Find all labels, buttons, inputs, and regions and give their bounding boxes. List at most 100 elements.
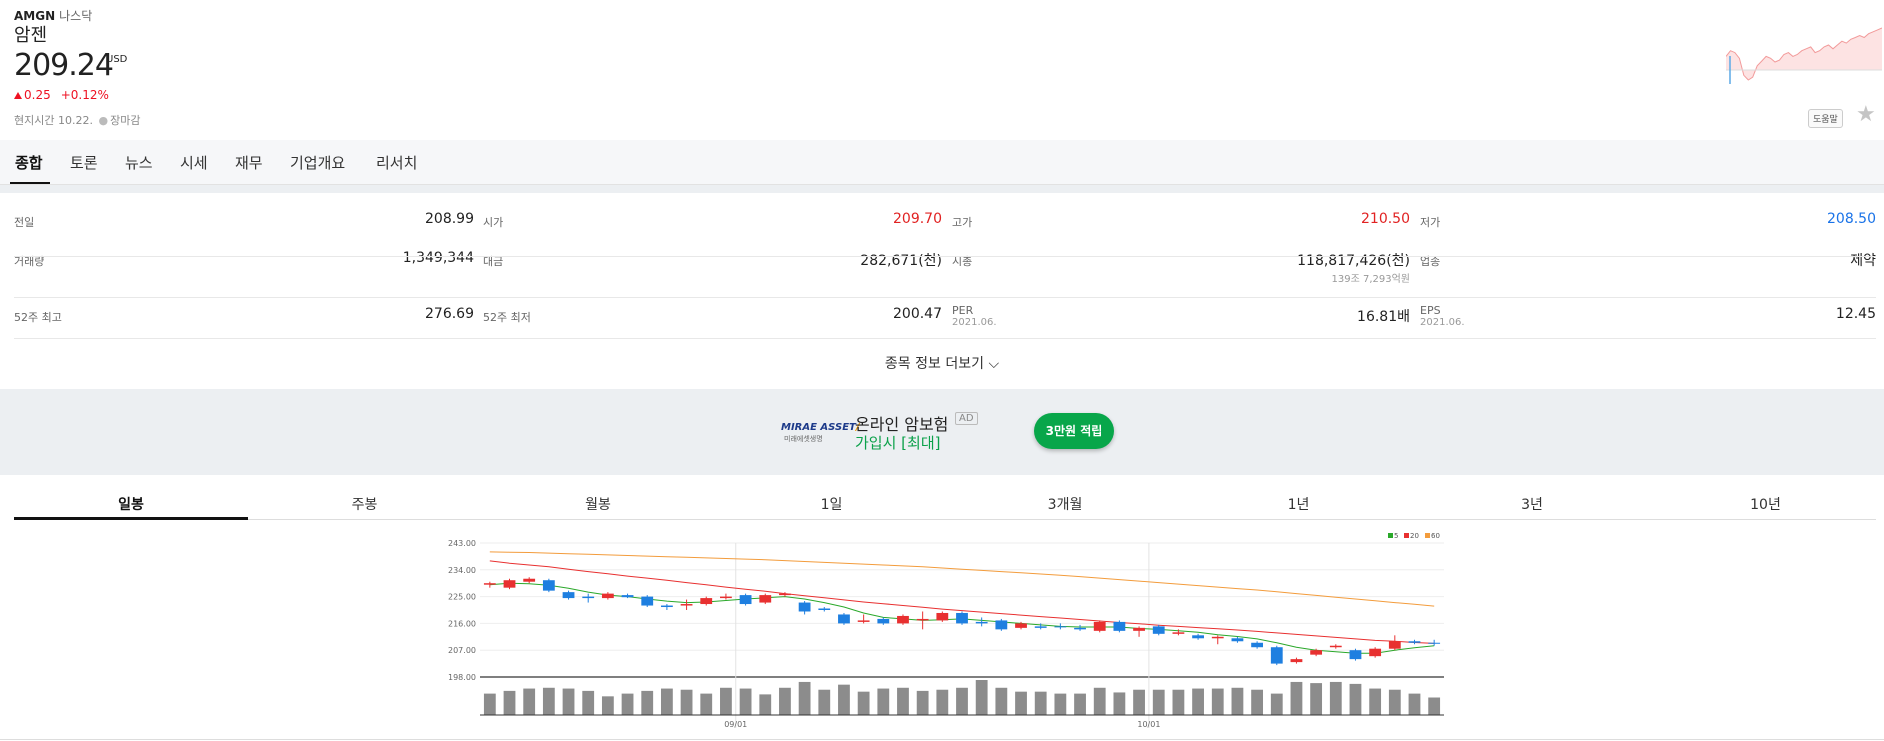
tab-financials[interactable]: 재무 [235,152,263,173]
stat-value: 200.47 [893,306,942,322]
stat-value: 209.70 [893,211,942,227]
stat-value: 제약 [1850,253,1876,269]
period-tab[interactable]: 3년 [1415,494,1649,514]
volume-bar [838,684,850,715]
currency-label: USD [106,54,128,65]
candle-body [1329,645,1342,648]
stat-value: 16.81배 [1357,309,1410,325]
more-info-link[interactable]: 종목 정보 더보기 ⌵ [0,353,1884,373]
y-tick-label: 234.00 [448,566,476,575]
volume-bar [1015,691,1027,715]
candle-body [601,593,614,599]
tab-research[interactable]: 리서치 [376,152,417,173]
candle-body [1054,626,1067,628]
period-tab[interactable]: 1년 [1182,494,1416,514]
more-info-label: 종목 정보 더보기 [884,356,984,372]
candle-body [1270,647,1283,664]
candle-body [956,612,968,624]
stat-value: 12.45 [1835,306,1876,322]
volume-bar [1231,687,1244,715]
ad-subline: 가입시 [최대] [855,434,941,452]
y-tick-label: 243.00 [448,539,476,548]
candle-body [897,615,909,624]
ad-cta-button[interactable]: 3만원 적립 [1034,413,1114,449]
period-tab[interactable]: 주봉 [248,494,482,514]
stat-label: 저가 [1420,216,1441,229]
volume-bar [1329,681,1342,715]
volume-bar [995,687,1008,715]
candle-body [1428,642,1441,644]
tab-quotes[interactable]: 시세 [180,152,208,173]
active-period-underline [14,517,248,520]
volume-bar [621,693,634,715]
y-tick-label: 216.00 [448,619,476,628]
volume-bar [1349,683,1362,715]
candle-body [483,583,496,585]
y-tick-label: 225.00 [448,593,476,602]
moving-average-ma60 [489,551,1435,607]
moving-average-ma20 [489,560,1435,644]
candle-body [1369,648,1382,657]
candle-body [1290,659,1303,663]
stat-period: 2021.06. [1420,317,1465,328]
volume-bar [1408,693,1421,715]
stat-label: 전일 [14,216,35,229]
volume-bar [975,680,988,715]
tab-discussion[interactable]: 토론 [70,152,98,173]
period-tab[interactable]: 10년 [1649,494,1883,514]
candle-body [562,592,575,599]
stat-label: 시가 [483,216,504,229]
stat-value: 208.50 [1827,211,1876,227]
candle-body [1388,641,1401,649]
row-divider [14,338,1876,339]
candle-body [542,580,555,591]
volume-bar [1211,688,1224,715]
volume-bar [1172,689,1185,715]
dot-icon: ● [98,114,109,127]
tab-news[interactable]: 뉴스 [125,152,153,173]
candle-body [975,621,988,624]
volume-bar [818,689,831,715]
star-icon[interactable]: ★ [1856,102,1876,127]
candle-body [857,620,870,622]
local-time-info: 현지시간 10.22. ● 장마감 [14,112,140,128]
volume-bar [523,688,536,715]
sparkline-chart[interactable] [1726,18,1882,88]
period-tab[interactable]: 일봉 [14,494,248,514]
local-time: 현지시간 10.22. [14,114,93,127]
candle-body [641,596,654,606]
help-button[interactable]: 도움말 [1808,109,1843,128]
volume-bar [582,690,595,715]
stat-label: EPS [1420,304,1441,317]
candle-body [838,614,850,624]
volume-bar [483,693,496,715]
price-change: 0.25 +0.12% [14,88,109,102]
volume-bar [641,690,654,715]
stat-label: PER [952,304,974,317]
tab-overview[interactable]: 종합 [15,152,43,173]
period-tab[interactable]: 월봉 [481,494,715,514]
legend-swatch [1388,533,1393,538]
volume-bar [542,687,555,715]
period-tab[interactable]: 3개월 [948,494,1182,514]
volume-bar [680,689,693,715]
candle-body [1152,626,1165,634]
stat-value: 1,349,344 [402,250,474,266]
volume-bar [956,687,968,715]
market-status: 장마감 [110,114,141,127]
x-tick-label: 09/01 [724,720,747,729]
volume-bar [916,690,929,715]
tab-company-info[interactable]: 기업개요 [290,152,345,173]
candle-body [759,595,772,603]
candle-body [779,593,791,596]
period-tab[interactable]: 1일 [715,494,949,514]
candle-body [523,578,536,582]
candle-body [1349,650,1362,660]
candlestick-chart[interactable]: 243.00 234.00 225.00 216.00 207.00 198.00 09/0… [440,530,1450,730]
current-price: 209.24 [14,48,114,83]
candle-body [1034,626,1047,628]
volume-bar [1310,683,1323,715]
candle-body [1093,621,1106,631]
volume-bar [1270,693,1283,715]
legend-label: 5 [1394,532,1398,540]
